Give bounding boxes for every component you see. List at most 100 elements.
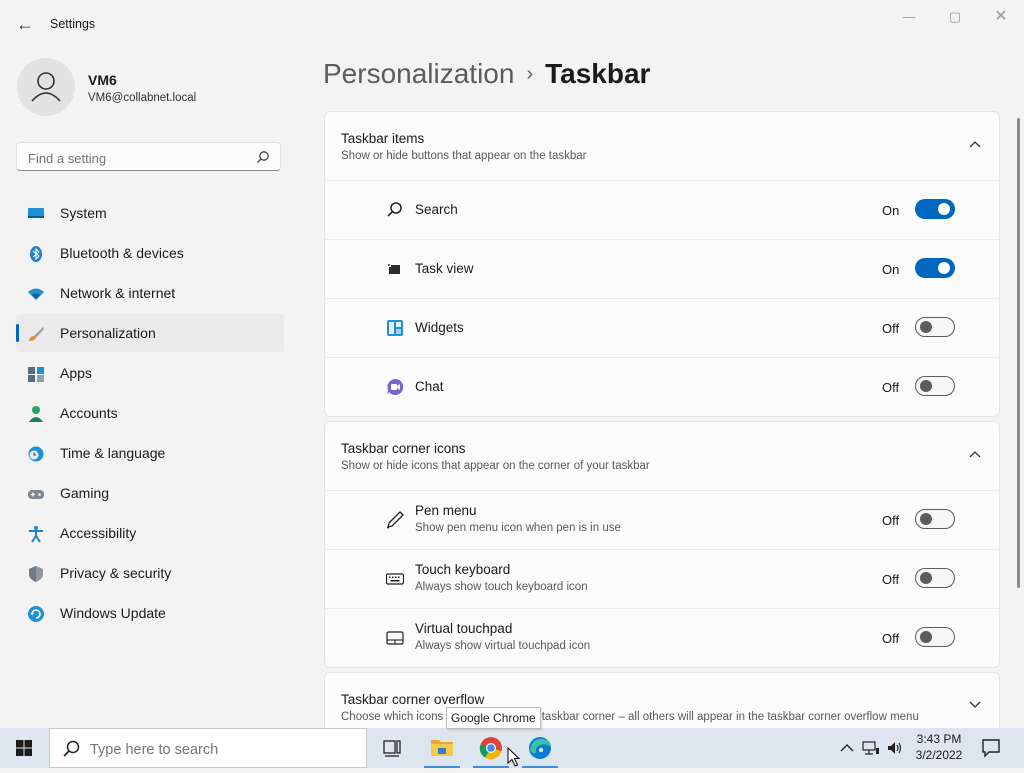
chat-icon (387, 378, 404, 395)
section-title: Taskbar items (341, 131, 425, 146)
toggle-knob (938, 262, 950, 274)
page-title: Taskbar (545, 58, 651, 89)
sidebar-item-personalization[interactable]: Personalization (16, 314, 284, 352)
widgets-toggle[interactable] (915, 317, 955, 337)
gamepad-icon (28, 490, 44, 499)
pen-menu-toggle[interactable] (915, 509, 955, 529)
sidebar-item-label: Privacy & security (60, 565, 172, 581)
touchpad-icon (386, 631, 404, 645)
avatar[interactable] (17, 58, 75, 116)
section-header[interactable]: Taskbar corner icons Show or hide icons … (325, 422, 999, 490)
sidebar-item-time-language[interactable]: Time & language (16, 434, 284, 472)
breadcrumb: Personalization › Taskbar (323, 58, 650, 94)
sidebar-item-label: Network & internet (60, 285, 176, 301)
sidebar-item-apps[interactable]: Apps (16, 354, 284, 392)
sidebar-item-system[interactable]: System (16, 194, 284, 232)
sidebar-item-bluetooth[interactable]: Bluetooth & devices (16, 234, 284, 272)
section-taskbar-items: Taskbar items Show or hide buttons that … (324, 111, 1000, 417)
taskbar-app-file-explorer[interactable] (418, 728, 466, 768)
taskbar-search-input[interactable] (88, 739, 352, 761)
accessibility-icon (29, 526, 43, 543)
sidebar-item-label: Gaming (60, 485, 110, 501)
chevron-down-icon[interactable] (969, 701, 981, 709)
chevron-up-icon[interactable] (969, 140, 981, 148)
chat-toggle[interactable] (915, 376, 955, 396)
clock-time: 3:43 PM (916, 732, 962, 746)
setting-row-widgets: Widgets Off (325, 298, 999, 357)
chevron-up-icon[interactable] (838, 739, 856, 757)
maximize-button[interactable]: ▢ (932, 6, 978, 28)
find-setting-box[interactable] (16, 142, 281, 171)
sidebar-item-windows-update[interactable]: Windows Update (16, 594, 284, 632)
toggle-knob (920, 380, 932, 392)
notification-icon[interactable] (980, 737, 1002, 759)
sidebar-item-network[interactable]: Network & internet (16, 274, 284, 312)
mouse-cursor-icon (507, 747, 520, 767)
section-header[interactable]: Taskbar corner overflow Choose which ico… (325, 673, 999, 728)
toggle-knob (938, 203, 950, 215)
sidebar-item-label: Time & language (60, 445, 166, 461)
scrollbar[interactable] (1017, 118, 1020, 588)
breadcrumb-parent[interactable]: Personalization (323, 58, 514, 89)
section-subtitle: Show or hide buttons that appear on the … (341, 150, 587, 162)
setting-row-chat: Chat Off (325, 357, 999, 416)
taskbar-search[interactable] (49, 728, 367, 768)
sidebar-item-gaming[interactable]: Gaming (16, 474, 284, 512)
setting-row-search: Search On (325, 180, 999, 239)
toggle-knob (920, 572, 932, 584)
setting-label: Touch keyboard (415, 562, 511, 577)
toggle-knob (920, 513, 932, 525)
toggle-knob (920, 321, 932, 333)
search-icon[interactable] (256, 150, 270, 164)
edge-icon (529, 737, 551, 759)
touch-keyboard-toggle[interactable] (915, 568, 955, 588)
clock-date: 3/2/2022 (915, 748, 963, 762)
search-icon (63, 740, 80, 757)
setting-label: Search (415, 202, 458, 217)
section-title: Taskbar corner icons (341, 441, 466, 456)
taskbar-app-microsoft-edge[interactable] (516, 728, 564, 768)
task-view-toggle[interactable] (915, 258, 955, 278)
sidebar-item-label: Windows Update (60, 605, 166, 621)
sidebar-item-label: Accessibility (60, 525, 137, 541)
setting-description: Show pen menu icon when pen is in use (415, 522, 621, 534)
start-button[interactable] (0, 728, 48, 768)
sidebar-item-label: Bluetooth & devices (60, 245, 184, 261)
toggle-state: Off (882, 321, 900, 336)
chevron-up-icon[interactable] (969, 450, 981, 458)
search-toggle[interactable] (915, 199, 955, 219)
volume-icon[interactable] (886, 739, 904, 757)
minimize-button[interactable]: — (886, 6, 932, 28)
keyboard-icon (386, 573, 404, 585)
close-button[interactable]: ✕ (978, 6, 1024, 28)
network-icon[interactable] (862, 739, 880, 757)
widgets-icon (387, 320, 403, 336)
title-bar: ← Settings — ▢ ✕ (0, 0, 1024, 48)
setting-label: Widgets (415, 320, 464, 335)
apps-icon (28, 367, 44, 382)
sidebar-item-accessibility[interactable]: Accessibility (16, 514, 284, 552)
setting-label: Pen menu (415, 503, 477, 518)
back-button[interactable]: ← (14, 13, 36, 35)
sidebar-item-privacy[interactable]: Privacy & security (16, 554, 284, 592)
task-view-icon (383, 740, 401, 757)
setting-description: Always show touch keyboard icon (415, 581, 588, 593)
pen-icon (387, 511, 404, 529)
setting-row-task-view: Task view On (325, 239, 999, 298)
section-header[interactable]: Taskbar items Show or hide buttons that … (325, 112, 999, 180)
sidebar-item-label: Personalization (60, 325, 156, 341)
setting-label: Virtual touchpad (415, 621, 513, 636)
toggle-state: On (882, 262, 900, 277)
app-title: Settings (50, 17, 96, 31)
task-view-button[interactable] (368, 728, 416, 768)
setting-row-virtual-touchpad: Virtual touchpad Always show virtual tou… (325, 608, 999, 667)
sidebar-item-label: Accounts (60, 405, 118, 421)
toggle-state: Off (882, 572, 900, 587)
person-icon (29, 406, 43, 422)
wifi-icon (28, 288, 44, 300)
profile-name: VM6 (88, 72, 117, 88)
taskbar-clock[interactable]: 3:43 PM 3/2/2022 (908, 731, 970, 763)
find-setting-input[interactable] (26, 148, 250, 168)
virtual-touchpad-toggle[interactable] (915, 627, 955, 647)
sidebar-item-accounts[interactable]: Accounts (16, 394, 284, 432)
